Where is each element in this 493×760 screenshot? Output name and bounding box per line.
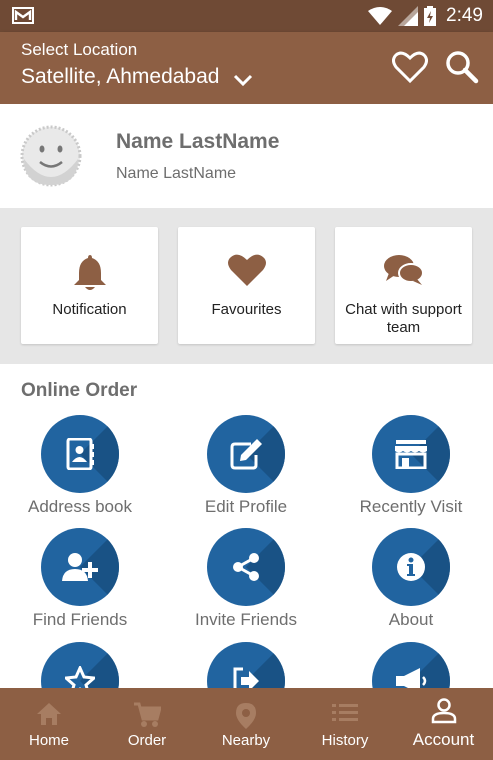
- nav-home[interactable]: Home: [0, 688, 98, 760]
- bottom-navigation: Home Order Nearby History Account: [0, 688, 493, 760]
- profile-subtitle: Name LastName: [116, 165, 237, 182]
- location-pin-icon: [236, 703, 256, 729]
- status-icons: 2:49: [368, 5, 483, 27]
- status-time: 2:49: [446, 5, 483, 26]
- about-circle: [372, 528, 450, 606]
- favourites-heart-icon[interactable]: [392, 50, 428, 84]
- bell-icon: [73, 255, 106, 290]
- address-book-icon: [66, 438, 94, 470]
- find-friends-label: Find Friends: [32, 610, 128, 629]
- nav-account-label: Account: [412, 730, 475, 749]
- list-icon: [332, 704, 358, 721]
- wifi-icon: [368, 7, 393, 25]
- nav-nearby-label: Nearby: [221, 732, 271, 749]
- address-book-label: Address book: [28, 497, 132, 516]
- notification-card[interactable]: Notification: [21, 227, 158, 344]
- edit-profile-circle: [207, 415, 285, 493]
- edit-icon: [230, 439, 262, 470]
- nav-nearby[interactable]: Nearby: [196, 688, 296, 760]
- avatar[interactable]: [20, 125, 82, 187]
- address-book-circle: [41, 415, 119, 493]
- find-friends-circle: [41, 528, 119, 606]
- select-location-label: Select Location: [21, 40, 138, 59]
- add-user-icon: [62, 553, 98, 581]
- favourites-card[interactable]: Favourites: [178, 227, 315, 344]
- signal-icon: [398, 6, 419, 26]
- home-icon: [37, 703, 61, 725]
- recently-visit-label: Recently Visit: [359, 497, 463, 516]
- person-icon: [431, 698, 456, 724]
- mail-icon: [12, 7, 34, 24]
- nav-home-label: Home: [28, 732, 69, 749]
- location-selector[interactable]: Satellite, Ahmedabad: [21, 65, 253, 89]
- app-header: Select Location Satellite, Ahmedabad: [0, 32, 493, 104]
- invite-friends-label: Invite Friends: [194, 610, 298, 629]
- nav-order-label: Order: [127, 732, 167, 749]
- share-icon: [233, 553, 259, 581]
- chat-icon: [383, 255, 424, 285]
- heart-icon: [227, 254, 266, 286]
- chevron-down-icon: [234, 74, 253, 86]
- invite-friends-circle: [207, 528, 285, 606]
- online-order-title: Online Order: [21, 380, 138, 401]
- nav-history-label: History: [321, 732, 369, 749]
- nav-order[interactable]: Order: [98, 688, 196, 760]
- store-icon: [395, 440, 427, 469]
- chat-support-card[interactable]: Chat with support team: [335, 227, 472, 344]
- nav-history[interactable]: History: [296, 688, 394, 760]
- edit-profile-label: Edit Profile: [204, 497, 288, 516]
- notification-label: Notification: [52, 301, 127, 318]
- search-icon[interactable]: [445, 50, 479, 84]
- battery-icon: [424, 6, 437, 26]
- quick-actions: Notification Favourites Chat with suppor…: [0, 208, 493, 364]
- nav-account[interactable]: Account: [394, 688, 493, 760]
- recently-visit-circle: [372, 415, 450, 493]
- favourites-label: Favourites: [211, 301, 282, 318]
- status-bar: 2:49: [0, 0, 493, 32]
- profile-section: Name LastName Name LastName: [0, 104, 493, 208]
- location-name: Satellite, Ahmedabad: [21, 65, 220, 88]
- info-icon: [397, 553, 425, 581]
- cart-icon: [134, 702, 161, 727]
- profile-name: Name LastName: [116, 130, 280, 153]
- chat-support-label: Chat with support team: [345, 301, 462, 336]
- about-label: About: [388, 610, 434, 629]
